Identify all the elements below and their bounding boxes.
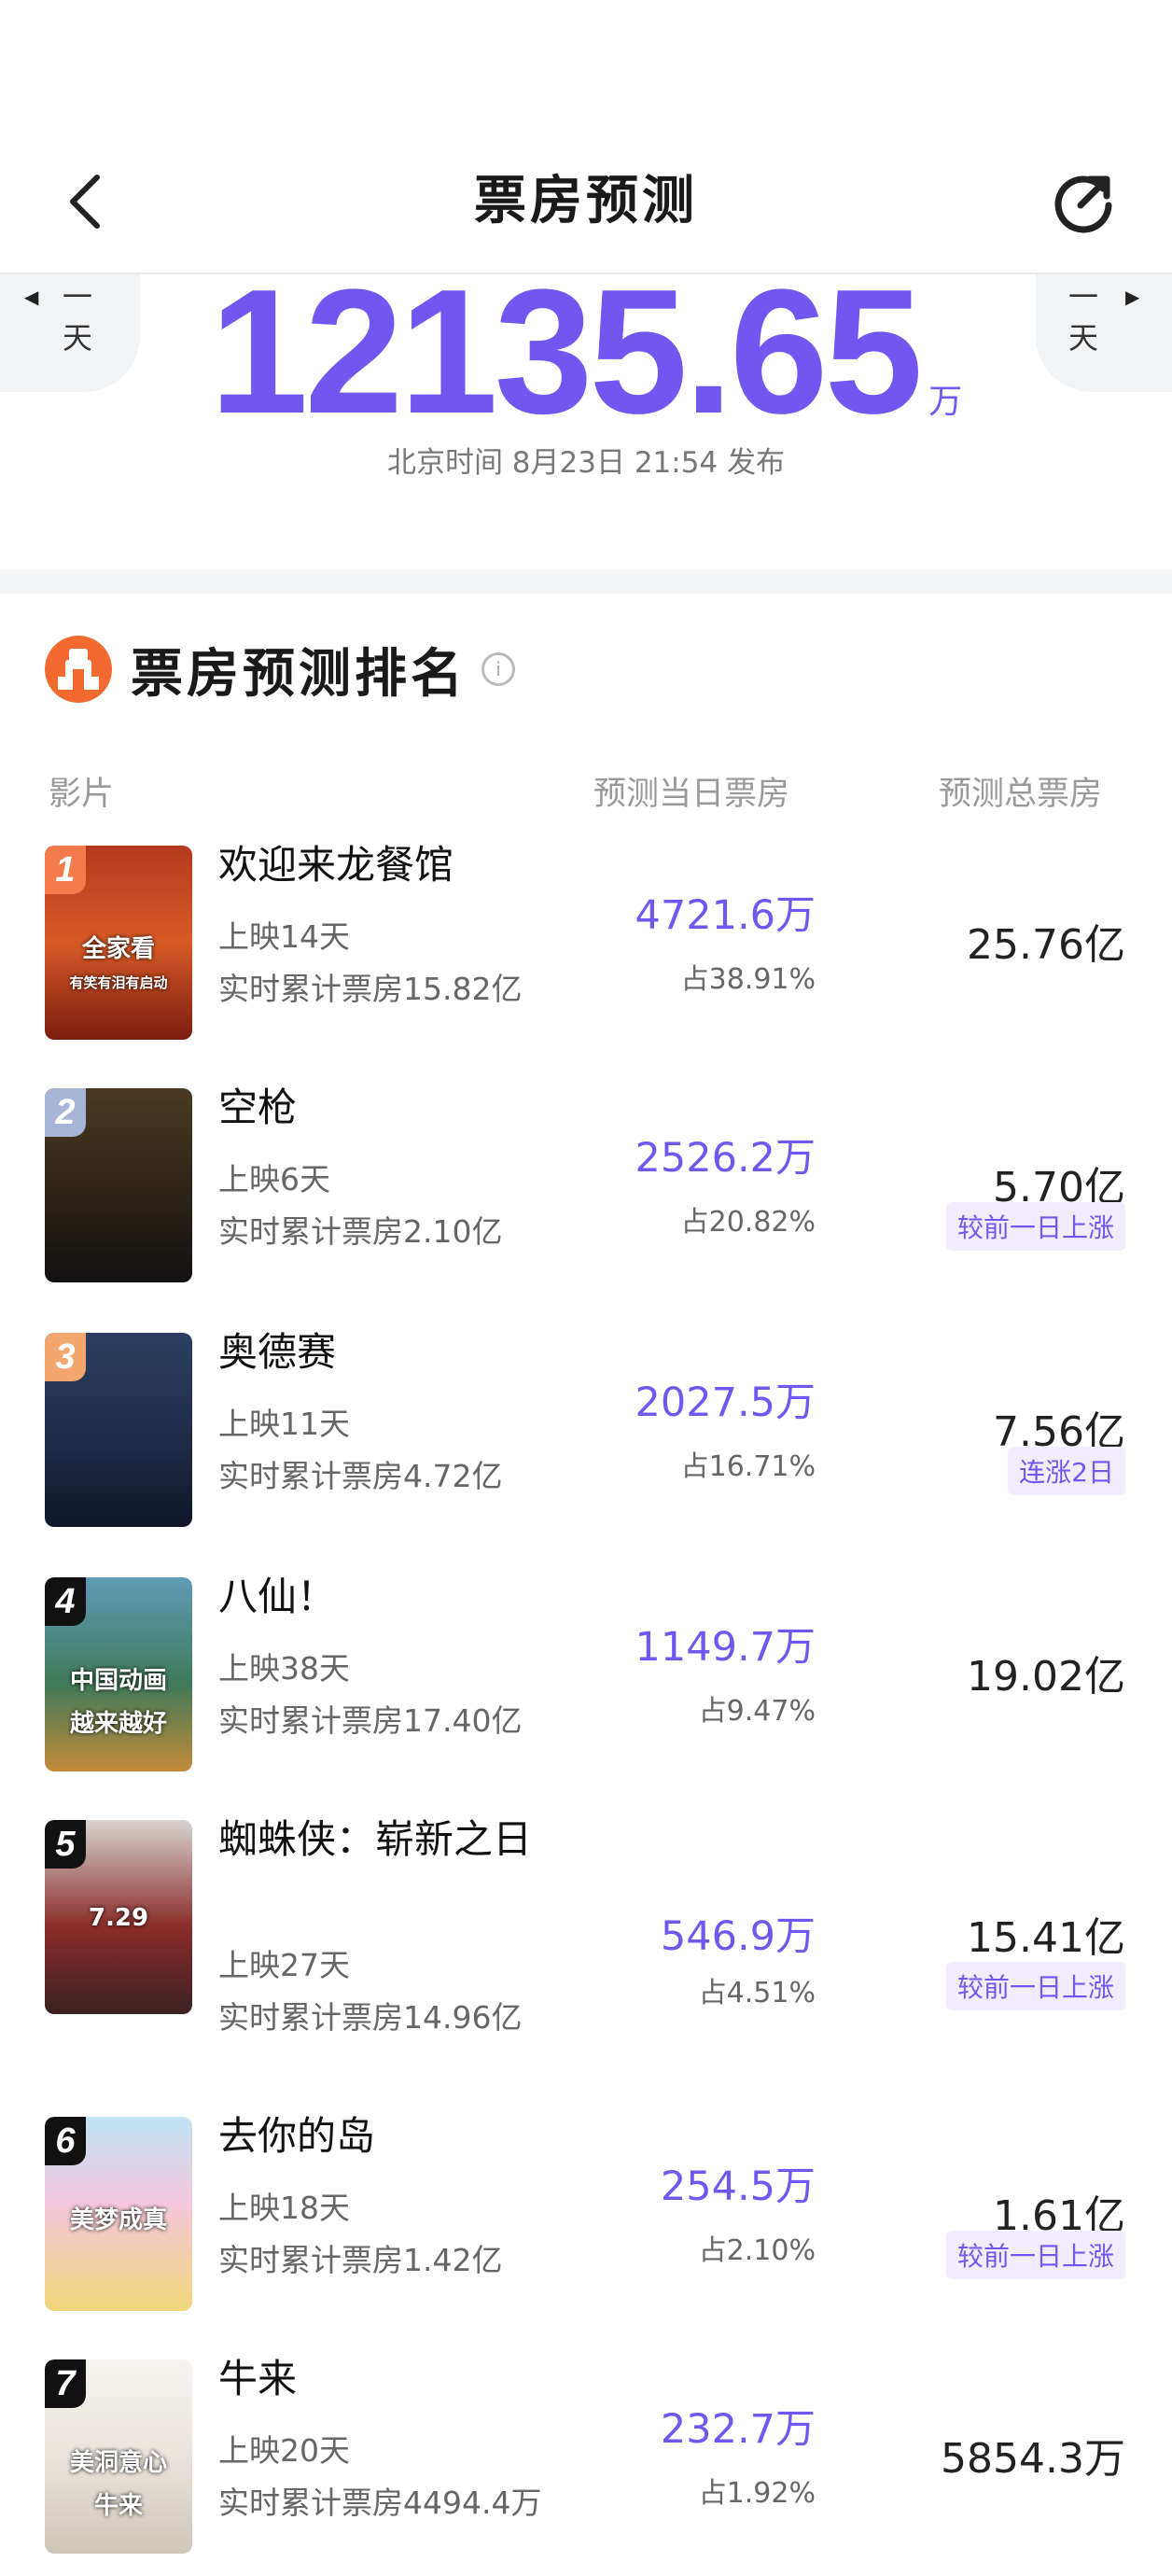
day-forecast: 232.7万	[660, 2406, 816, 2453]
day-forecast: 2027.5万	[635, 1379, 816, 1426]
day-forecast: 2526.2万	[635, 1135, 816, 1182]
share-percent: 占2.10%	[698, 2234, 816, 2267]
box-office-logo-icon	[45, 636, 112, 703]
movie-title[interactable]: 牛来	[218, 2352, 554, 2406]
days-released: 上映11天	[218, 1406, 350, 1442]
rank-badge: 3	[45, 1333, 86, 1381]
days-released: 上映38天	[218, 1650, 350, 1687]
day-forecast: 546.9万	[660, 1913, 816, 1960]
top-bar: 票房预测	[0, 0, 1172, 274]
trend-badge: 较前一日上涨	[945, 2231, 1125, 2279]
days-released: 上映27天	[218, 1947, 350, 1983]
trend-badge: 较前一日上涨	[945, 1962, 1125, 2010]
cumulative-box-office: 实时累计票房1.42亿	[218, 2242, 503, 2278]
total-forecast-amount: 12135.65 万	[0, 250, 1172, 454]
days-released: 上映6天	[218, 1161, 330, 1197]
movie-title[interactable]: 空枪	[218, 1081, 554, 1135]
total-forecast-value: 12135.65	[209, 253, 923, 451]
poster-art-text: 有笑有泪有启动	[69, 974, 168, 991]
share-percent: 占9.47%	[698, 1695, 816, 1728]
publish-time: 北京时间 8月23日 21:54 发布	[386, 446, 786, 480]
days-released: 上映14天	[218, 918, 350, 955]
movie-poster[interactable]: 4 中国动画越来越好	[45, 1577, 192, 1771]
day-forecast: 1149.7万	[635, 1624, 816, 1671]
forecast-summary: ◀ 一天 12135.65 万 北京时间 8月23日 21:54 发布 一天 ▶	[0, 253, 1172, 569]
cumulative-box-office: 实时累计票房2.10亿	[218, 1213, 503, 1250]
poster-art-text: 越来越好	[69, 1710, 167, 1738]
movie-poster[interactable]: 2	[45, 1088, 192, 1282]
rank-badge: 6	[45, 2117, 86, 2165]
days-released: 上映20天	[218, 2432, 350, 2469]
day-forecast: 254.5万	[660, 2163, 816, 2210]
trend-badge: 连涨2日	[1008, 1447, 1125, 1495]
movie-poster[interactable]: 1 全家看有笑有泪有启动	[45, 846, 192, 1040]
poster-art-text: 中国动画	[69, 1667, 167, 1695]
triangle-right-icon: ▶	[1125, 286, 1140, 308]
column-header-day-forecast: 预测当日票房	[593, 776, 790, 813]
rank-badge: 5	[45, 1820, 86, 1869]
cumulative-box-office: 实时累计票房4.72亿	[218, 1458, 503, 1494]
movie-poster[interactable]: 6 美梦成真	[45, 2117, 192, 2311]
rank-badge: 7	[45, 2359, 86, 2408]
day-forecast: 4721.6万	[635, 892, 816, 939]
page-title: 票房预测	[474, 171, 698, 231]
cumulative-box-office: 实时累计票房17.40亿	[218, 1702, 523, 1739]
poster-art-text: 美梦成真	[69, 2206, 167, 2234]
days-released: 上映18天	[218, 2190, 350, 2226]
info-icon[interactable]: i	[481, 652, 515, 686]
movie-title[interactable]: 欢迎来龙餐馆	[218, 838, 554, 892]
refresh-icon[interactable]	[1051, 168, 1118, 235]
trend-badge: 较前一日上涨	[945, 1202, 1125, 1251]
movie-title[interactable]: 蜘蛛侠：崭新之日	[218, 1813, 554, 1867]
next-day-button[interactable]: 一天 ▶	[1036, 274, 1172, 392]
column-header-film: 影片	[49, 776, 115, 813]
poster-art-text: 7.29	[88, 1904, 149, 1932]
ranking-title: 票房预测排名	[131, 643, 467, 705]
movie-poster[interactable]: 3	[45, 1333, 192, 1527]
cumulative-box-office: 实时累计票房4494.4万	[218, 2485, 542, 2521]
poster-art-text: 全家看	[81, 935, 155, 963]
total-forecast: 15.41亿	[967, 1914, 1125, 1962]
next-day-label: 一天	[1067, 279, 1098, 356]
poster-art-text: 牛来	[93, 2492, 143, 2520]
rank-badge: 1	[45, 846, 86, 894]
section-divider	[0, 569, 1172, 594]
rank-badge: 2	[45, 1088, 86, 1137]
share-percent: 占38.91%	[680, 963, 816, 996]
total-forecast: 25.76亿	[967, 921, 1125, 969]
share-percent: 占16.71%	[680, 1450, 816, 1483]
share-percent: 占4.51%	[698, 1977, 816, 2009]
movie-title[interactable]: 去你的岛	[218, 2109, 554, 2163]
share-percent: 占20.82%	[680, 1206, 816, 1239]
total-forecast: 19.02亿	[967, 1653, 1125, 1701]
cumulative-box-office: 实时累计票房14.96亿	[218, 1999, 523, 2036]
column-header-total-forecast: 预测总票房	[939, 776, 1103, 813]
movie-poster[interactable]: 5 7.29	[45, 1820, 192, 2014]
poster-art-text: 美洞意心	[69, 2449, 167, 2477]
share-percent: 占1.92%	[698, 2477, 816, 2510]
rank-badge: 4	[45, 1577, 86, 1626]
cumulative-box-office: 实时累计票房15.82亿	[218, 971, 523, 1007]
ranking-section-title: 票房预测排名 i	[45, 635, 515, 705]
movie-title[interactable]: 奥德赛	[218, 1325, 554, 1379]
movie-poster[interactable]: 7 美洞意心牛来	[45, 2359, 192, 2554]
total-forecast: 5854.3万	[941, 2435, 1125, 2483]
total-forecast-unit: 万	[928, 382, 963, 420]
movie-title[interactable]: 八仙！	[218, 1570, 554, 1624]
